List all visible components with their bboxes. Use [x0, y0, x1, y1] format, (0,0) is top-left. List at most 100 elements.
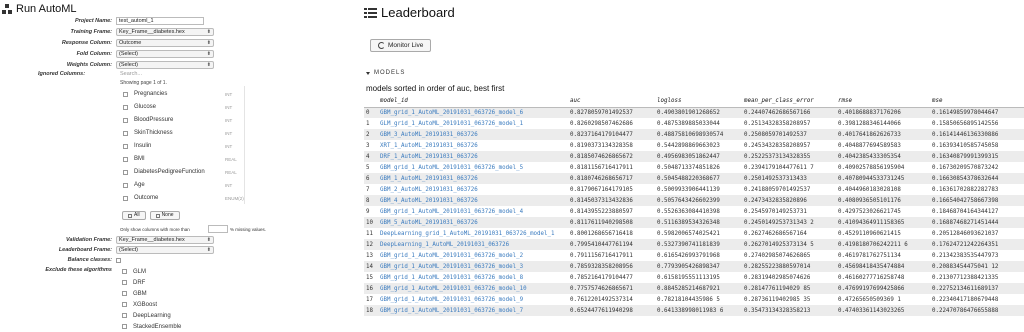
model-id-link[interactable]: DeepLearning_1_AutoML_20191031_063726 — [378, 239, 568, 250]
row-index: 6 — [364, 173, 378, 184]
column-name: Glucose — [134, 104, 157, 110]
column-checkbox[interactable] — [123, 169, 128, 175]
model-id-link[interactable]: GBM_grid_1_AutoML_20191031_063726_model_… — [378, 305, 568, 316]
column-checkbox[interactable] — [123, 91, 128, 97]
column-type: INT — [225, 117, 233, 123]
column-checkbox[interactable] — [123, 182, 128, 188]
column-checkbox[interactable] — [123, 130, 128, 136]
row-index: 9 — [366, 208, 370, 215]
metric-cell: 0.78218104435986 5 — [657, 296, 720, 303]
training-frame-label: Training Frame: — [70, 29, 112, 35]
weights-column-select[interactable]: (Select) ⬍ — [116, 61, 214, 69]
collapse-triangle-icon — [366, 71, 370, 75]
algorithm-item[interactable]: DeepLearning — [122, 310, 222, 321]
balance-classes-checkbox[interactable] — [116, 257, 121, 263]
column-item[interactable]: Pregnancies INT — [123, 89, 243, 99]
algorithm-name: XGBoost — [133, 301, 158, 308]
metric-cell: 0.4903801901268652 — [655, 107, 742, 118]
missing-percent-input[interactable] — [208, 225, 228, 233]
column-item[interactable]: BMI REAL — [123, 154, 243, 164]
metric-cell: 0.2627462686567164 — [744, 230, 807, 237]
metric-cell: 0.8180746268656717 — [568, 173, 655, 184]
select-none-button[interactable]: None — [149, 211, 180, 220]
column-item[interactable]: DiabetesPedigreeFunction REAL — [123, 167, 243, 177]
algorithm-checkbox[interactable] — [122, 302, 127, 307]
monitor-live-label: Monitor Live — [388, 42, 424, 49]
column-item[interactable]: Age INT — [123, 180, 243, 190]
model-id-link[interactable]: GBM_5_AutoML_20191031_063726 — [378, 217, 568, 228]
leaderboard-frame-row: Leaderboard Frame: (Select) ⬍ — [0, 245, 214, 255]
fold-column-label: Fold Column: — [76, 51, 112, 57]
metric-cell: 0.20883454475041 12 — [930, 261, 1024, 272]
column-type: ENUM(2) — [225, 195, 244, 201]
algorithm-checkbox[interactable] — [122, 324, 127, 329]
select-all-button[interactable]: All — [122, 211, 146, 220]
table-row: 12 DeepLearning_1_AutoML_20191031_063726 0… — [364, 239, 1024, 250]
model-id-link[interactable]: GLM_grid_1_AutoML_20191031_063726_model_… — [378, 118, 568, 129]
column-checkbox[interactable] — [123, 143, 128, 149]
table-row: 9 GBM_grid_1_AutoML_20191031_063726_model… — [364, 206, 1024, 217]
metric-cell: 0.16730209570873242 — [932, 164, 999, 171]
metric-cell: 0.15850656895142556 — [932, 120, 999, 127]
validation-frame-select[interactable]: Key_Frame__diabetes.hex ⬍ — [116, 236, 214, 244]
column-header[interactable]: logloss — [655, 95, 742, 108]
model-id-link[interactable]: DRF_1_AutoML_20191031_063726 — [378, 151, 568, 162]
column-checkbox[interactable] — [123, 117, 128, 123]
column-header[interactable]: mse — [930, 95, 1024, 108]
model-id-link[interactable]: GBM_1_AutoML_20191031_063726 — [378, 173, 568, 184]
model-id-link[interactable]: DeepLearning_grid_1_AutoML_20191031_0637… — [378, 228, 568, 239]
leaderboard-panel: Leaderboard Monitor Live MODELS models s… — [364, 0, 1024, 332]
monitor-live-button[interactable]: Monitor Live — [370, 39, 432, 52]
algorithm-checkbox[interactable] — [122, 280, 127, 285]
column-item[interactable]: BloodPressure INT — [123, 115, 243, 125]
model-id-link[interactable]: GBM_grid_1_AutoML_20191031_063726_model_… — [378, 272, 568, 283]
column-header[interactable]: model_id — [378, 95, 568, 108]
model-id-link[interactable]: GBM_4_AutoML_20191031_063726 — [378, 195, 568, 206]
column-checkbox[interactable] — [123, 104, 128, 110]
project-name-input[interactable]: test_automl_1 — [116, 17, 204, 25]
metric-cell: 0.8181156716417911 — [570, 164, 633, 171]
algorithm-checkbox[interactable] — [122, 313, 127, 318]
column-checkbox[interactable] — [123, 195, 128, 201]
column-checkbox[interactable] — [123, 156, 128, 162]
algorithm-item[interactable]: DRF — [122, 277, 222, 288]
algorithm-item[interactable]: StackedEnsemble — [122, 321, 222, 332]
model-id-link[interactable]: GBM_grid_1_AutoML_20191031_063726_model_… — [378, 261, 568, 272]
column-item[interactable]: Outcome ENUM(2) — [123, 193, 244, 203]
algorithm-checkbox[interactable] — [122, 291, 127, 296]
column-header[interactable]: rmse — [836, 95, 930, 108]
algorithm-item[interactable]: XGBoost — [122, 299, 222, 310]
column-item[interactable]: Insulin INT — [123, 141, 243, 151]
column-name: Outcome — [134, 195, 159, 201]
model-id-link[interactable]: GBM_3_AutoML_20191031_063726 — [378, 129, 568, 140]
training-frame-select[interactable]: Key_Frame__diabetes.hex ⬍ — [116, 28, 214, 36]
algorithm-item[interactable]: GLM — [122, 266, 222, 277]
model-id-link[interactable]: GBM_grid_1_AutoML_20191031_063726_model_… — [378, 283, 568, 294]
model-id-link[interactable]: GBM_grid_1_AutoML_20191031_063726_model_… — [378, 294, 568, 305]
model-id-link[interactable]: GBM_grid_1_AutoML_20191031_063726_model_… — [378, 162, 568, 173]
table-row: 10 GBM_5_AutoML_20191031_063726 0.81176119… — [364, 217, 1024, 228]
model-id-link[interactable]: GBM_grid_1_AutoML_20191031_063726_model_… — [378, 250, 568, 261]
column-item[interactable]: Glucose INT — [123, 102, 243, 112]
ignored-columns-search-input[interactable]: Search... — [120, 71, 142, 77]
column-header[interactable]: auc — [568, 95, 655, 108]
column-item[interactable]: SkinThickness INT — [123, 128, 243, 138]
model-id-link[interactable]: GBM_2_AutoML_20191031_063726 — [378, 184, 568, 195]
metric-cell: 0.4018688837176206 — [836, 107, 930, 118]
algorithm-checkbox[interactable] — [122, 269, 127, 274]
metric-cell: 0.8143955223880597 — [570, 208, 633, 215]
fold-column-select[interactable]: (Select) ⬍ — [116, 50, 214, 58]
metric-cell: 0.7612201492537314 — [570, 296, 633, 303]
metric-cell: 0.47699197699425866 — [836, 283, 930, 294]
column-header[interactable]: mean_per_class_error — [742, 95, 836, 108]
algorithm-item[interactable]: GBM — [122, 288, 222, 299]
response-column-select[interactable]: Outcome ⬍ — [116, 39, 214, 47]
model-id-link[interactable]: GBM_grid_1_AutoML_20191031_063726_model_… — [378, 107, 568, 118]
leaderboard-frame-select[interactable]: (Select) ⬍ — [116, 246, 214, 254]
model-id-link[interactable]: XRT_1_AutoML_20191031_063726 — [378, 140, 568, 151]
model-id-link[interactable]: GBM_grid_1_AutoML_20191031_063726_model_… — [378, 206, 568, 217]
weights-column-value: (Select) — [119, 62, 138, 68]
models-section-toggle[interactable]: MODELS — [366, 70, 405, 76]
row-index: 8 — [364, 195, 378, 206]
training-frame-value: Key_Frame__diabetes.hex — [119, 29, 185, 35]
